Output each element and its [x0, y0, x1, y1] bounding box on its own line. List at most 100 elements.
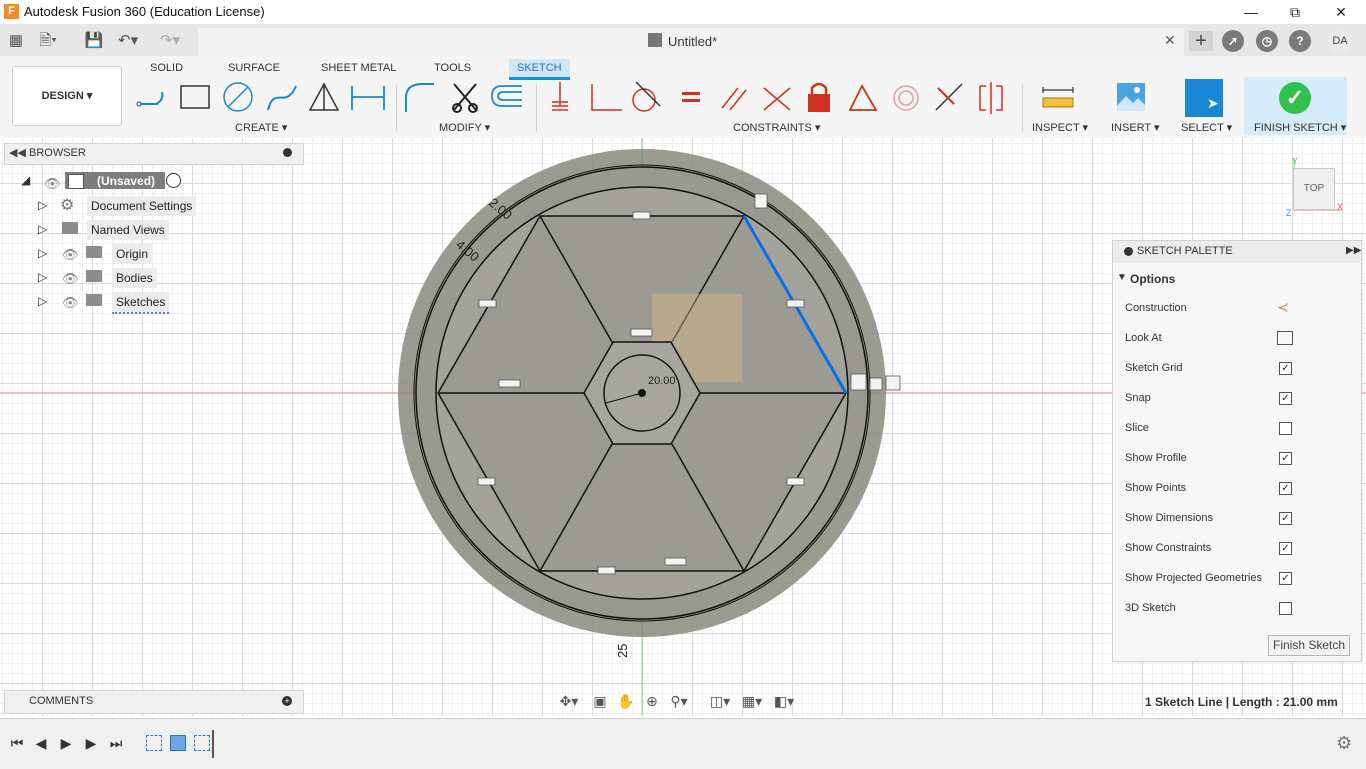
tangent-icon[interactable]: [632, 81, 661, 112]
concentric-icon[interactable]: [893, 85, 919, 111]
tab-surface[interactable]: SURFACE: [220, 59, 288, 77]
measure-ruler-icon[interactable]: [1042, 84, 1074, 112]
grid-settings-icon[interactable]: ▦▾: [741, 692, 763, 710]
triangle-tool-icon[interactable]: [308, 82, 340, 111]
show-profile-checkbox[interactable]: ✓: [1279, 452, 1292, 465]
circle-tool-icon[interactable]: [223, 82, 253, 112]
new-tab-plus-icon[interactable]: +: [1189, 31, 1213, 51]
view-cube[interactable]: TOP: [1293, 168, 1335, 210]
slice-checkbox[interactable]: [1279, 422, 1292, 435]
history-clock-icon[interactable]: ◷: [1256, 30, 1278, 52]
expand-icon[interactable]: ▷: [38, 246, 47, 260]
visibility-eye-icon[interactable]: 👁: [44, 176, 61, 192]
finish-sketch-button[interactable]: Finish Sketch: [1268, 635, 1350, 656]
show-constraints-checkbox[interactable]: ✓: [1279, 542, 1292, 555]
dimension-tool-icon[interactable]: [351, 86, 385, 110]
parallel-icon[interactable]: [721, 87, 747, 111]
activate-radio-icon[interactable]: [166, 173, 181, 188]
expand-icon[interactable]: ▷: [38, 198, 47, 212]
collapse-panel-icon[interactable]: ◀◀: [9, 146, 26, 159]
redo-icon[interactable]: ↷▾: [160, 31, 180, 51]
insert-image-icon[interactable]: [1116, 82, 1146, 112]
help-icon[interactable]: ?: [1289, 30, 1311, 52]
look-at-face-icon[interactable]: ▣: [589, 692, 611, 710]
inspect-menu[interactable]: INSPECT ▾: [1032, 121, 1088, 134]
go-to-start-icon[interactable]: ⏮: [8, 734, 26, 752]
collinear-icon[interactable]: [935, 83, 963, 111]
fix-lock-icon[interactable]: [808, 82, 830, 112]
go-to-end-icon[interactable]: ⏭: [107, 734, 125, 752]
dimension-text-center[interactable]: 20.00: [648, 375, 676, 387]
undo-icon[interactable]: ↶▾: [118, 31, 138, 51]
restore-icon[interactable]: ⧉: [1272, 0, 1318, 24]
visibility-eye-icon[interactable]: 👁: [62, 247, 79, 263]
show-points-checkbox[interactable]: ✓: [1279, 482, 1292, 495]
3d-sketch-checkbox[interactable]: [1279, 602, 1292, 615]
user-avatar[interactable]: DA: [1327, 29, 1353, 53]
rectangle-tool-icon[interactable]: [180, 85, 210, 109]
insert-menu[interactable]: INSERT ▾: [1111, 121, 1160, 134]
perpendicular-icon[interactable]: [763, 87, 791, 111]
constraints-menu[interactable]: CONSTRAINTS ▾: [733, 121, 820, 134]
tree-item-document-settings[interactable]: Document Settings: [87, 196, 197, 216]
select-menu[interactable]: SELECT ▾: [1181, 121, 1232, 134]
file-menu-icon[interactable]: 🗎▾: [38, 31, 58, 51]
modify-menu[interactable]: MODIFY ▾: [439, 121, 490, 134]
timeline-marker[interactable]: [212, 730, 214, 758]
tree-item-named-views[interactable]: Named Views: [87, 220, 169, 240]
symmetry-icon[interactable]: [979, 82, 1003, 114]
job-status-icon[interactable]: ➚: [1222, 30, 1244, 52]
finish-sketch-menu[interactable]: FINISH SKETCH ▾: [1254, 121, 1346, 134]
tree-item-bodies[interactable]: Bodies: [112, 268, 157, 288]
fillet-tool-icon[interactable]: [405, 83, 434, 112]
close-window-icon[interactable]: ✕: [1318, 0, 1364, 24]
offset-tool-icon[interactable]: [491, 85, 522, 107]
browser-minimize-icon[interactable]: [283, 148, 292, 157]
line-tool-icon[interactable]: [136, 91, 164, 107]
close-tab-icon[interactable]: ✕: [1164, 32, 1176, 49]
dimension-text-3[interactable]: 25: [615, 644, 630, 658]
visibility-eye-icon[interactable]: 👁: [62, 271, 79, 287]
workspace-switcher-button[interactable]: DESIGN ▾: [12, 66, 122, 126]
zoom-fit-icon[interactable]: ⚲▾: [668, 692, 690, 710]
timeline-sketch-feature-icon[interactable]: [146, 735, 162, 751]
coincident-constraint-icon[interactable]: [552, 82, 568, 111]
save-icon[interactable]: 💾: [84, 31, 104, 51]
visibility-eye-icon[interactable]: 👁: [62, 295, 79, 311]
tab-sketch[interactable]: SKETCH: [509, 59, 570, 80]
timeline-extrude-feature-icon[interactable]: [170, 735, 186, 751]
tree-item-sketches[interactable]: Sketches: [112, 292, 170, 314]
expand-root-icon[interactable]: ◢: [21, 173, 30, 187]
show-dimensions-checkbox[interactable]: ✓: [1279, 512, 1292, 525]
display-settings-icon[interactable]: ◫▾: [709, 692, 731, 710]
expand-icon[interactable]: ▷: [38, 294, 47, 308]
expand-palette-icon[interactable]: ▶▶: [1346, 245, 1361, 256]
play-icon[interactable]: ▶: [57, 734, 75, 752]
section-collapse-icon[interactable]: ▼: [1117, 272, 1127, 283]
trim-scissors-icon[interactable]: [452, 83, 478, 113]
create-menu[interactable]: CREATE ▾: [235, 121, 287, 134]
timeline-settings-gear-icon[interactable]: ⚙: [1336, 733, 1352, 754]
step-back-icon[interactable]: ◀: [32, 734, 50, 752]
look-at-icon[interactable]: [1277, 331, 1293, 345]
tab-tools[interactable]: TOOLS: [426, 59, 479, 77]
timeline-sketch-feature-icon[interactable]: [194, 735, 210, 751]
spline-tool-icon[interactable]: [267, 85, 297, 111]
tab-sheet-metal[interactable]: SHEET METAL: [313, 59, 404, 77]
sketch-grid-checkbox[interactable]: ✓: [1279, 362, 1292, 375]
expand-icon[interactable]: ▷: [38, 222, 47, 236]
midpoint-triangle-icon[interactable]: [848, 84, 878, 111]
step-forward-icon[interactable]: ▶: [82, 734, 100, 752]
snap-checkbox[interactable]: ✓: [1279, 392, 1292, 405]
show-projected-geometries-checkbox[interactable]: ✓: [1279, 572, 1292, 585]
zoom-icon[interactable]: ⊕: [641, 692, 663, 710]
palette-minimize-icon[interactable]: [1124, 247, 1133, 256]
equal-icon[interactable]: [682, 92, 700, 102]
orbit-icon[interactable]: ✥▾: [558, 692, 580, 710]
add-comment-icon[interactable]: +: [282, 696, 292, 706]
tree-item-origin[interactable]: Origin: [112, 244, 153, 264]
minimize-icon[interactable]: —: [1228, 0, 1274, 24]
expand-icon[interactable]: ▷: [38, 270, 47, 284]
tab-solid[interactable]: SOLID: [142, 59, 191, 77]
construction-icon[interactable]: ≺: [1277, 299, 1289, 316]
